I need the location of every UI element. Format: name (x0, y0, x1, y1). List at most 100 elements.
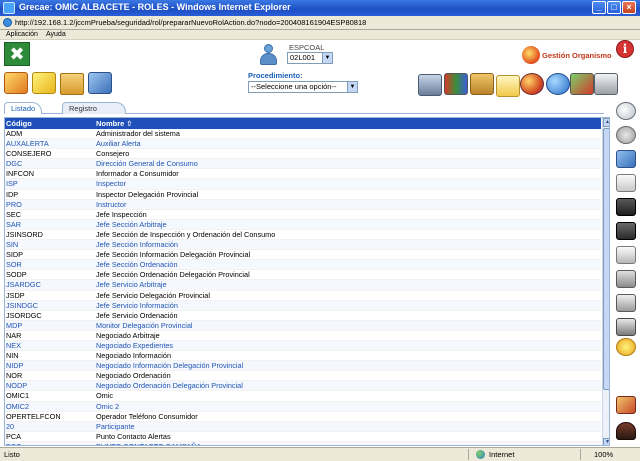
table-row[interactable]: IDP Inspector Delegación Provincial (5, 190, 601, 200)
table-row[interactable]: NODP Negociado Ordenación Delegación Prov… (5, 381, 601, 392)
table-row[interactable]: NAR Negociado Arbitraje (5, 331, 601, 341)
user-select[interactable]: 02L001 ▼ (287, 52, 333, 64)
user-name: ESPCOAL (289, 43, 325, 52)
table-row[interactable]: CONSEJERO Consejero (5, 149, 601, 160)
scroll-down-icon[interactable]: ▼ (603, 438, 609, 445)
vertical-scrollbar[interactable]: ▲ ▼ (602, 118, 609, 445)
copy-icon[interactable] (616, 174, 636, 192)
cell-nombre[interactable]: Jefe Sección Información (96, 240, 178, 250)
cell-codigo: JSORDGC (6, 310, 42, 320)
zoom-level[interactable]: 100% (594, 450, 613, 459)
table-row[interactable]: JSINSORD Jefe Sección de Inspección y Ord… (5, 230, 601, 241)
cell-nombre[interactable]: Omic 2 (96, 402, 119, 412)
mail-icon[interactable] (496, 75, 520, 97)
paste-icon[interactable] (616, 246, 636, 264)
table-row[interactable]: SEC Jefe Inspección (5, 210, 601, 220)
table-row[interactable]: PCA Punto Contacto Alertas (5, 432, 601, 442)
user-icon (258, 44, 278, 66)
table-row[interactable]: JSORDGC Jefe Servicio Ordenación (5, 311, 601, 321)
scroll-up-icon[interactable]: ▲ (603, 118, 609, 127)
table-body: ADM Administrador del sistema AUXALERTA Aux… (5, 129, 601, 445)
table-row[interactable]: JSINDGC Jefe Servicio Información (5, 300, 601, 311)
table-row[interactable]: 20 Participante (5, 421, 601, 432)
cell-nombre[interactable]: Jefe Servicio Información (96, 301, 178, 311)
tab-registro[interactable]: Registro (62, 102, 126, 114)
back-icon[interactable] (616, 126, 636, 144)
table-row[interactable]: SOR Jefe Sección Ordenación (5, 260, 601, 271)
table-row[interactable]: SAR Jefe Sección Arbitraje (5, 219, 601, 230)
magnify-icon[interactable] (616, 102, 636, 120)
table-row[interactable]: AUXALERTA Auxiliar Alerta (5, 139, 601, 150)
scroll-thumb[interactable] (603, 128, 609, 390)
tools-icon[interactable] (616, 396, 636, 414)
folder-new-icon[interactable] (32, 72, 56, 94)
cell-nombre[interactable]: Jefe Sección Arbitraje (96, 220, 167, 230)
books-icon[interactable] (444, 73, 468, 95)
column-header-codigo[interactable]: Código (6, 119, 32, 128)
column-header-nombre[interactable]: Nombre ⇧ (96, 119, 133, 128)
tab-listado[interactable]: Listado (4, 102, 43, 114)
cell-nombre[interactable]: Auxiliar Alerta (96, 139, 141, 149)
exit-icon[interactable] (616, 422, 636, 440)
cell-nombre[interactable]: Monitor Delegación Provincial (96, 321, 193, 331)
disk-icon[interactable] (616, 198, 636, 216)
cell-nombre[interactable]: Participante (96, 422, 135, 432)
table-row[interactable]: SIN Jefe Sección Información (5, 240, 601, 251)
table-row[interactable]: MDP Monitor Delegación Provincial (5, 320, 601, 331)
info-icon[interactable]: i (616, 40, 634, 58)
table-row[interactable]: ISP Inspector (5, 179, 601, 190)
cell-nombre[interactable]: Negociado Ordenación Delegación Provinci… (96, 381, 243, 391)
cell-nombre[interactable]: Negociado Expedientes (96, 341, 173, 351)
cell-nombre[interactable]: Jefe Sección Ordenación (96, 260, 178, 270)
cell-nombre[interactable]: Negociado Información Delegación Provinc… (96, 361, 243, 371)
print-icon[interactable] (594, 73, 618, 95)
cell-nombre[interactable]: Inspector (96, 179, 126, 189)
window-title: Grecae: OMIC ALBACETE - ROLES - Windows … (19, 2, 291, 12)
table-row[interactable]: INFCON Informador a Consumidor (5, 169, 601, 180)
table-row[interactable]: SIDP Jefe Sección Información Delegación … (5, 250, 601, 261)
minimize-button[interactable]: _ (592, 1, 606, 14)
settings-icon[interactable] (616, 338, 636, 356)
table-row[interactable]: OMIC1 Omic (5, 391, 601, 402)
table-row[interactable]: ADM Administrador del sistema (5, 129, 601, 140)
table-row[interactable]: JSARDGC Jefe Servicio Arbitraje (5, 280, 601, 291)
tools-icon[interactable] (570, 73, 594, 95)
globe-icon[interactable] (520, 73, 544, 95)
maximize-button[interactable]: □ (607, 1, 621, 14)
search-icon[interactable] (546, 73, 570, 95)
table-row[interactable]: DGC Dirección General de Consumo (5, 159, 601, 170)
printer-icon[interactable] (616, 294, 636, 312)
table-row[interactable]: NIN Negociado Información (5, 351, 601, 362)
edit-icon[interactable] (616, 150, 636, 168)
window-title-bar[interactable]: Grecae: OMIC ALBACETE - ROLES - Windows … (0, 0, 640, 16)
table-row[interactable]: SODP Jefe Sección Ordenación Delegación P… (5, 270, 601, 281)
table-row[interactable]: PCC PUNTO CONTACTO CAMPAÑA (5, 441, 601, 445)
address-url[interactable]: http://192.168.1.2/jccmPrueba/seguridad/… (15, 18, 366, 27)
delete-icon[interactable] (616, 222, 636, 240)
clipboard-icon[interactable] (616, 270, 636, 288)
folder-icon[interactable] (60, 73, 84, 95)
gestion-organismo-link[interactable]: Gestión Organismo (522, 46, 614, 66)
cell-nombre[interactable]: PUNTO CONTACTO CAMPAÑA (96, 442, 201, 445)
table-row[interactable]: OMIC2 Omic 2 (5, 401, 601, 412)
table-row[interactable]: OPERTELFCON Operador Teléfono Consumidor (5, 412, 601, 422)
procedimiento-select[interactable]: --Seleccione una opción-- ▼ (248, 81, 358, 93)
cell-nombre[interactable]: Jefe Servicio Arbitraje (96, 280, 167, 290)
menu-ayuda[interactable]: Ayuda (46, 31, 66, 38)
close-button[interactable]: × (622, 1, 636, 14)
table-row[interactable]: PRO Instructor (5, 199, 601, 210)
table-row[interactable]: NIDP Negociado Información Delegación Pro… (5, 361, 601, 372)
report-icon[interactable] (616, 318, 636, 336)
cell-nombre[interactable]: Instructor (96, 200, 126, 210)
edit-icon[interactable] (4, 72, 28, 94)
address-bar[interactable]: http://192.168.1.2/jccmPrueba/seguridad/… (0, 16, 640, 30)
menu-aplicacion[interactable]: Aplicación (6, 31, 38, 38)
archive-icon[interactable] (470, 73, 494, 95)
table-row[interactable]: JSDP Jefe Servicio Delegación Provincial (5, 291, 601, 301)
computer-icon[interactable] (418, 74, 442, 96)
cell-nombre[interactable]: Dirección General de Consumo (96, 159, 198, 169)
save-icon[interactable] (88, 72, 112, 94)
table-row[interactable]: NOR Negociado Ordenación (5, 371, 601, 382)
app-icon (3, 2, 15, 14)
table-row[interactable]: NEX Negociado Expedientes (5, 340, 601, 352)
